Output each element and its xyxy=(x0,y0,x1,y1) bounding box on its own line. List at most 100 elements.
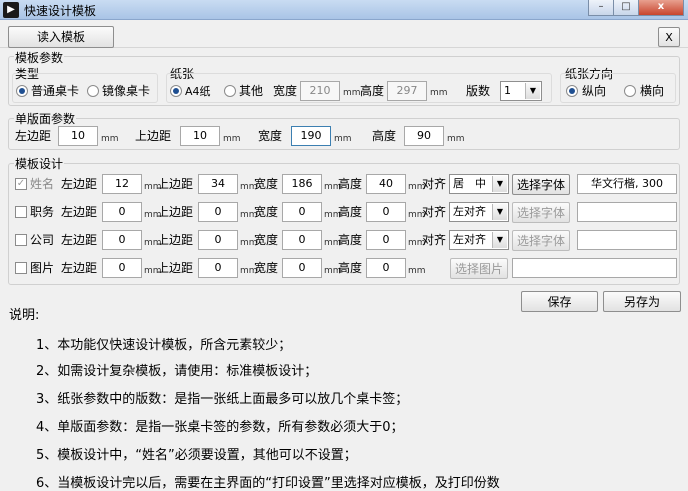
single-left-label: 左边距 xyxy=(15,129,52,143)
notes-line: 6、当模板设计完以后，需要在主界面的“打印设置”里选择对应模板，及打印份数 xyxy=(36,476,500,491)
name-left-input[interactable]: 12 xyxy=(102,174,142,194)
name-width-input[interactable]: 186 xyxy=(282,174,322,194)
copies-label: 版数 xyxy=(466,84,491,98)
save-button[interactable]: 保存 xyxy=(521,291,598,312)
image-height-unit: mm xyxy=(408,266,426,276)
title-left-label: 左边距 xyxy=(61,205,98,219)
name-choose-font-button[interactable]: 选择字体 xyxy=(512,174,570,195)
notes-line: 3、纸张参数中的版数：是指一张纸上面最多可以放几个桌卡签； xyxy=(36,392,409,407)
image-checkbox[interactable] xyxy=(15,262,27,274)
company-align-label: 对齐 xyxy=(422,233,447,247)
paper-a4-label[interactable]: A4纸 xyxy=(185,84,211,100)
company-checkbox[interactable] xyxy=(15,234,27,246)
company-align-select[interactable]: 左对齐 ▼ xyxy=(449,230,509,250)
chevron-down-icon: ▼ xyxy=(525,83,540,99)
save-as-button[interactable]: 另存为 xyxy=(603,291,681,312)
single-height-input[interactable]: 90 xyxy=(404,126,444,146)
chevron-down-icon: ▼ xyxy=(492,232,507,248)
paper-height-input[interactable]: 297 xyxy=(387,81,427,101)
company-left-label: 左边距 xyxy=(61,233,98,247)
single-width-label: 宽度 xyxy=(258,129,283,143)
company-align-value: 左对齐 xyxy=(453,233,486,246)
orientation-landscape-radio[interactable] xyxy=(624,85,636,97)
paper-width-label: 宽度 xyxy=(273,84,298,98)
single-top-label: 上边距 xyxy=(135,129,172,143)
title-height-input[interactable]: 0 xyxy=(366,202,406,222)
single-width-input[interactable]: 190 xyxy=(291,126,331,146)
paper-a4-radio[interactable] xyxy=(170,85,182,97)
notes-line: 1、本功能仅快速设计模板，所含元素较少； xyxy=(36,338,292,353)
title-font-display xyxy=(577,202,677,222)
company-height-input[interactable]: 0 xyxy=(366,230,406,250)
notes-heading: 说明: xyxy=(9,308,40,323)
paper-height-label: 高度 xyxy=(360,84,385,98)
company-height-label: 高度 xyxy=(338,233,363,247)
single-width-unit: mm xyxy=(334,134,352,144)
image-left-label: 左边距 xyxy=(61,261,98,275)
title-choose-font-button[interactable]: 选择字体 xyxy=(512,202,570,223)
name-height-input[interactable]: 40 xyxy=(366,174,406,194)
company-top-label: 上边距 xyxy=(157,233,194,247)
orientation-landscape-label[interactable]: 横向 xyxy=(640,83,664,99)
copies-value: 1 xyxy=(504,84,511,97)
image-row-label: 图片 xyxy=(30,261,55,275)
paper-width-unit: mm xyxy=(343,88,361,98)
paper-width-input[interactable]: 210 xyxy=(300,81,340,101)
title-height-label: 高度 xyxy=(338,205,363,219)
title-row-label: 职务 xyxy=(30,205,55,219)
notes-line: 2、如需设计复杂模板，请使用：标准模板设计； xyxy=(36,364,318,379)
name-width-label: 宽度 xyxy=(254,177,279,191)
minimize-button[interactable]: – xyxy=(588,0,614,16)
company-top-input[interactable]: 0 xyxy=(198,230,238,250)
image-height-input[interactable]: 0 xyxy=(366,258,406,278)
type-normal-radio[interactable] xyxy=(16,85,28,97)
type-mirror-label[interactable]: 镜像桌卡 xyxy=(102,83,150,99)
name-align-select[interactable]: 居 中 ▼ xyxy=(449,174,509,194)
load-template-button[interactable]: 读入模板 xyxy=(8,26,114,48)
copies-select[interactable]: 1 ▼ xyxy=(500,81,542,101)
name-font-display: 华文行楷, 300 xyxy=(577,174,677,194)
title-width-input[interactable]: 0 xyxy=(282,202,322,222)
name-align-value: 居 中 xyxy=(453,177,486,190)
orientation-portrait-radio[interactable] xyxy=(566,85,578,97)
image-top-input[interactable]: 0 xyxy=(198,258,238,278)
single-left-unit: mm xyxy=(101,134,119,144)
type-mirror-radio[interactable] xyxy=(87,85,99,97)
title-checkbox[interactable] xyxy=(15,206,27,218)
title-align-label: 对齐 xyxy=(422,205,447,219)
single-left-input[interactable]: 10 xyxy=(58,126,98,146)
company-left-input[interactable]: 0 xyxy=(102,230,142,250)
app-icon: ▶ xyxy=(3,2,19,18)
maximize-button[interactable]: □ xyxy=(613,0,639,16)
orientation-portrait-label[interactable]: 纵向 xyxy=(582,83,606,99)
name-top-label: 上边距 xyxy=(157,177,194,191)
chevron-down-icon: ▼ xyxy=(492,204,507,220)
paper-other-label[interactable]: 其他 xyxy=(239,83,263,99)
paper-other-radio[interactable] xyxy=(224,85,236,97)
image-top-label: 上边距 xyxy=(157,261,194,275)
company-width-input[interactable]: 0 xyxy=(282,230,322,250)
close-window-button[interactable]: x xyxy=(638,0,684,16)
title-align-select[interactable]: 左对齐 ▼ xyxy=(449,202,509,222)
title-bar: ▶ 快速设计模板 – □ x xyxy=(0,0,688,20)
name-checkbox[interactable]: ✓ xyxy=(15,178,27,190)
name-top-input[interactable]: 34 xyxy=(198,174,238,194)
single-top-input[interactable]: 10 xyxy=(180,126,220,146)
company-width-label: 宽度 xyxy=(254,233,279,247)
name-height-label: 高度 xyxy=(338,177,363,191)
name-align-label: 对齐 xyxy=(422,177,447,191)
design-legend: 模板设计 xyxy=(14,155,65,172)
single-height-label: 高度 xyxy=(372,129,397,143)
company-choose-font-button[interactable]: 选择字体 xyxy=(512,230,570,251)
type-normal-label[interactable]: 普通桌卡 xyxy=(31,83,79,99)
title-left-input[interactable]: 0 xyxy=(102,202,142,222)
close-dialog-button[interactable]: X xyxy=(658,27,680,47)
image-left-input[interactable]: 0 xyxy=(102,258,142,278)
image-choose-button[interactable]: 选择图片 xyxy=(450,258,508,279)
title-align-value: 左对齐 xyxy=(453,205,486,218)
image-width-input[interactable]: 0 xyxy=(282,258,322,278)
company-row-label: 公司 xyxy=(30,233,55,247)
name-left-label: 左边距 xyxy=(61,177,98,191)
title-top-input[interactable]: 0 xyxy=(198,202,238,222)
image-width-label: 宽度 xyxy=(254,261,279,275)
